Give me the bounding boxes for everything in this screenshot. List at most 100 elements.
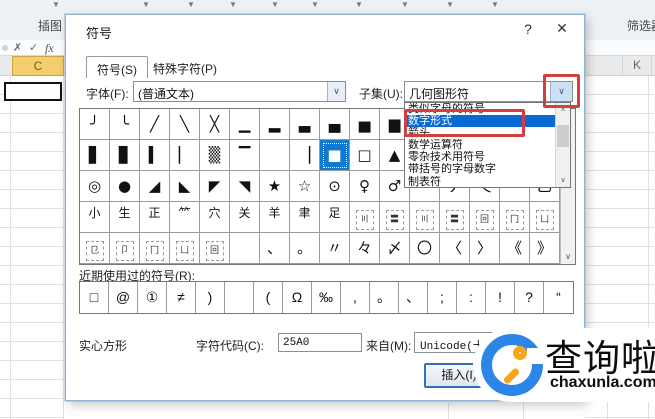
recent-symbol-cell[interactable]: ≠ bbox=[167, 282, 196, 313]
symbol-cell[interactable]: 〓 bbox=[380, 202, 410, 233]
gallery-dropdown-icon[interactable]: ▼ bbox=[52, 0, 60, 9]
gallery-dropdown-icon[interactable]: ▼ bbox=[187, 0, 195, 9]
gallery-dropdown-icon[interactable]: ▼ bbox=[491, 0, 499, 9]
gallery-dropdown-icon[interactable]: ▼ bbox=[446, 0, 454, 9]
symbol-cell[interactable]: 〇 bbox=[410, 233, 440, 264]
symbol-cell[interactable]: □ bbox=[350, 140, 380, 171]
symbol-cell[interactable]: 〉 bbox=[470, 233, 500, 264]
recent-symbol-cell[interactable]: ‰ bbox=[312, 282, 341, 313]
recent-symbol-cell[interactable]: ! bbox=[486, 282, 515, 313]
gallery-dropdown-icon[interactable]: ▼ bbox=[229, 0, 237, 9]
gallery-dropdown-icon[interactable]: ▼ bbox=[311, 0, 319, 9]
symbol-cell[interactable]: 〣 bbox=[410, 202, 440, 233]
scroll-down-icon[interactable]: ∨ bbox=[561, 249, 575, 264]
gallery-dropdown-icon[interactable]: ▼ bbox=[401, 0, 409, 9]
symbol-cell[interactable]: 〓 bbox=[440, 202, 470, 233]
symbol-cell[interactable]: 〈 bbox=[440, 233, 470, 264]
symbol-cell[interactable]: ◥ bbox=[230, 171, 260, 202]
symbol-cell[interactable]: ▅ bbox=[350, 109, 380, 140]
symbol-cell[interactable]: ☆ bbox=[290, 171, 320, 202]
column-header-k[interactable]: K bbox=[622, 56, 652, 76]
symbol-cell[interactable]: 〣 bbox=[350, 202, 380, 233]
symbol-cell[interactable]: 、 bbox=[260, 233, 290, 264]
symbol-cell[interactable]: ■ bbox=[320, 140, 350, 171]
symbol-cell[interactable]: 穴 bbox=[200, 202, 230, 233]
symbol-cell[interactable]: 正 bbox=[140, 202, 170, 233]
recent-symbol-cell[interactable]: ? bbox=[515, 282, 544, 313]
charcode-input[interactable]: 25A0 bbox=[278, 333, 362, 352]
symbol-cell[interactable]: 回 bbox=[200, 233, 230, 264]
dropdown-item[interactable]: 数学运算符 bbox=[405, 139, 556, 151]
recent-symbol-cell[interactable]: “ bbox=[544, 282, 573, 313]
symbol-cell[interactable]: ▊ bbox=[110, 140, 140, 171]
symbol-cell[interactable]: ▏ bbox=[170, 140, 200, 171]
recent-symbol-cell[interactable]: ① bbox=[138, 282, 167, 313]
scroll-down-icon[interactable]: ∨ bbox=[556, 174, 570, 187]
function-icon[interactable]: fx bbox=[45, 41, 54, 56]
symbol-cell[interactable]: ⺮ bbox=[170, 202, 200, 233]
symbol-cell[interactable]: 。 bbox=[290, 233, 320, 264]
symbol-cell[interactable]: ▂ bbox=[260, 109, 290, 140]
symbol-cell[interactable]: 回 bbox=[470, 202, 500, 233]
symbol-cell[interactable]: 凵 bbox=[170, 233, 200, 264]
symbol-cell[interactable]: ╲ bbox=[170, 109, 200, 140]
symbol-cell[interactable]: ╳ bbox=[200, 109, 230, 140]
symbol-cell[interactable]: ◢ bbox=[140, 171, 170, 202]
dropdown-item[interactable]: 零杂技术用符号 bbox=[405, 151, 556, 163]
symbol-cell[interactable]: 凵 bbox=[530, 202, 560, 233]
recent-symbol-cell[interactable]: □ bbox=[80, 282, 109, 313]
symbol-cell[interactable]: 足 bbox=[320, 202, 350, 233]
selected-worksheet-cell[interactable] bbox=[4, 82, 62, 101]
symbol-cell[interactable]: 《 bbox=[500, 233, 530, 264]
recent-symbol-cell[interactable]: 。 bbox=[370, 282, 399, 313]
recent-symbol-cell[interactable]: ( bbox=[254, 282, 283, 313]
symbol-cell[interactable]: 羊 bbox=[260, 202, 290, 233]
symbol-cell[interactable] bbox=[230, 233, 260, 264]
tab-special-characters[interactable]: 特殊字符(P) bbox=[143, 56, 227, 78]
gallery-dropdown-icon[interactable]: ▼ bbox=[271, 0, 279, 9]
symbol-cell[interactable]: 关 bbox=[230, 202, 260, 233]
recent-symbol-cell[interactable]: ) bbox=[196, 282, 225, 313]
symbol-cell[interactable]: 聿 bbox=[290, 202, 320, 233]
symbol-cell[interactable]: ▔ bbox=[230, 140, 260, 171]
gallery-dropdown-icon[interactable]: ▼ bbox=[355, 0, 363, 9]
symbol-cell[interactable]: ▁ bbox=[230, 109, 260, 140]
symbol-cell[interactable]: ♀ bbox=[350, 171, 380, 202]
symbol-cell[interactable] bbox=[260, 140, 290, 171]
dropdown-scrollbar[interactable]: ∧ ∨ bbox=[555, 103, 570, 187]
symbol-cell[interactable]: ╱ bbox=[140, 109, 170, 140]
symbol-cell[interactable]: 卩 bbox=[110, 233, 140, 264]
symbol-cell[interactable]: ▄ bbox=[320, 109, 350, 140]
enter-icon[interactable]: ✓ bbox=[29, 41, 38, 54]
symbol-cell[interactable]: ╯ bbox=[80, 109, 110, 140]
dropdown-item[interactable]: 带括号的字母数字 bbox=[405, 163, 556, 175]
column-header-c[interactable]: C bbox=[12, 56, 64, 76]
symbol-cell[interactable]: 〃 bbox=[320, 233, 350, 264]
recent-symbol-cell[interactable] bbox=[225, 282, 254, 313]
symbol-cell[interactable]: ▋ bbox=[80, 140, 110, 171]
close-button[interactable]: ✕ bbox=[550, 20, 574, 40]
symbol-cell[interactable]: 》 bbox=[530, 233, 560, 264]
recent-symbol-cell[interactable]: , bbox=[341, 282, 370, 313]
recent-symbol-cell[interactable]: @ bbox=[109, 282, 138, 313]
recent-symbol-cell[interactable]: 、 bbox=[399, 282, 428, 313]
symbol-cell[interactable]: 冂 bbox=[140, 233, 170, 264]
cancel-icon[interactable]: ✗ bbox=[13, 41, 22, 54]
symbol-cell[interactable]: 〆 bbox=[380, 233, 410, 264]
symbol-cell[interactable]: 生 bbox=[110, 202, 140, 233]
chevron-down-icon[interactable]: ∨ bbox=[327, 82, 345, 101]
help-button[interactable]: ? bbox=[518, 21, 538, 41]
symbol-cell[interactable]: 冂 bbox=[500, 202, 530, 233]
tab-symbols[interactable]: 符号(S) bbox=[86, 56, 148, 78]
symbol-cell[interactable]: ◤ bbox=[200, 171, 230, 202]
symbol-cell[interactable]: 㔾 bbox=[80, 233, 110, 264]
recent-symbol-cell[interactable]: Ω bbox=[283, 282, 312, 313]
symbol-cell[interactable]: ◎ bbox=[80, 171, 110, 202]
symbol-cell[interactable]: ▃ bbox=[290, 109, 320, 140]
symbol-cell[interactable]: 小 bbox=[80, 202, 110, 233]
symbol-cell[interactable]: ⊙ bbox=[320, 171, 350, 202]
symbol-cell[interactable]: ▕ bbox=[290, 140, 320, 171]
scrollbar-thumb[interactable] bbox=[557, 125, 569, 147]
recent-symbol-cell[interactable]: : bbox=[457, 282, 486, 313]
symbol-cell[interactable]: ▍ bbox=[140, 140, 170, 171]
